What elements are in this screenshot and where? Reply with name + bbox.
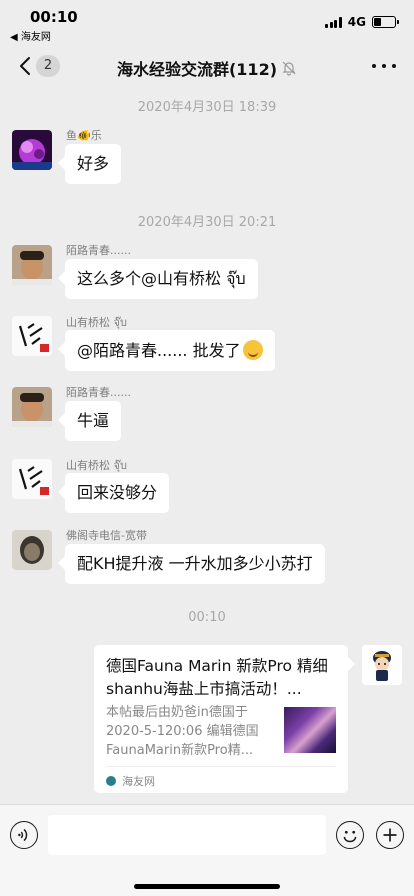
chat-title-row: 海水经验交流群(112) (0, 56, 414, 80)
sender-name: 山有桥松 จุ๊บ (66, 316, 127, 329)
avatar[interactable] (12, 459, 52, 499)
status-time: 00:10 (30, 8, 78, 26)
message-bubble[interactable]: 牛逼 (65, 401, 122, 441)
sender-name: 山有桥松 จุ๊บ (66, 459, 127, 472)
chat-messages[interactable]: 2020年4月30日 18:39 鱼🐠乐 好多 2020年4月30日 20:21… (0, 88, 414, 804)
voice-icon[interactable] (10, 821, 38, 849)
sender-name: 鱼🐠乐 (66, 129, 102, 142)
sender-name: 陌路青春...... (66, 386, 131, 399)
timestamp-separator: 00:10 (188, 610, 226, 625)
divider (106, 766, 336, 767)
back-to-app-link[interactable]: ◀ 海友网 (10, 28, 51, 43)
avatar[interactable] (12, 530, 52, 570)
self-avatar[interactable] (362, 645, 402, 685)
message-bubble[interactable]: 配KH提升液 一升水加多少小苏打 (65, 544, 325, 584)
plus-icon[interactable] (376, 821, 404, 849)
source-name: 海友网 (122, 775, 155, 788)
mute-bell-icon (282, 61, 296, 76)
link-card[interactable]: 德国Fauna Marin 新款Pro 精细shanhu海盐上市搞活动！... … (94, 645, 348, 793)
link-card-description: 本帖最后由奶爸in德国于2020-5-120:06 编辑德国FaunaMarin… (106, 705, 259, 758)
more-options-icon[interactable] (372, 56, 396, 76)
signal-icon (325, 16, 342, 28)
emoji-icon[interactable] (336, 821, 364, 849)
chat-header: 2 海水经验交流群(112) (0, 44, 414, 88)
avatar[interactable] (12, 387, 52, 427)
network-type: 4G (347, 15, 366, 29)
message-bubble[interactable]: 好多 (65, 144, 122, 184)
status-indicators: 4G (325, 15, 399, 29)
sender-name: 陌路青春...... (66, 244, 131, 257)
link-card-source: 海友网 (106, 773, 155, 789)
avatar[interactable] (12, 245, 52, 285)
message-input[interactable] (48, 815, 326, 855)
message-text: @陌路青春...... 批发了 (77, 341, 241, 360)
timestamp-separator: 2020年4月30日 18:39 (137, 100, 277, 115)
app-logo-icon (106, 776, 116, 786)
grin-emoji-icon (242, 340, 263, 360)
avatar[interactable] (12, 316, 52, 356)
avatar[interactable] (12, 130, 52, 170)
battery-level (374, 18, 381, 26)
chat-title: 海水经验交流群(112) (116, 60, 278, 79)
sender-name: 佛阁寺电信-宽带 (66, 529, 147, 542)
link-card-thumbnail (284, 707, 336, 753)
home-indicator (134, 884, 280, 889)
message-bubble[interactable]: @陌路青春...... 批发了 (65, 330, 275, 371)
battery-icon (372, 16, 399, 28)
status-bar: 00:10 ◀ 海友网 4G (0, 0, 414, 44)
timestamp-separator: 2020年4月30日 20:21 (137, 215, 277, 230)
message-bubble[interactable]: 回来没够分 (65, 473, 170, 513)
input-bar (0, 804, 414, 896)
message-bubble[interactable]: 这么多个@山有桥松 จุ๊บ (65, 259, 258, 299)
link-card-title: 德国Fauna Marin 新款Pro 精细shanhu海盐上市搞活动！... (106, 657, 328, 698)
